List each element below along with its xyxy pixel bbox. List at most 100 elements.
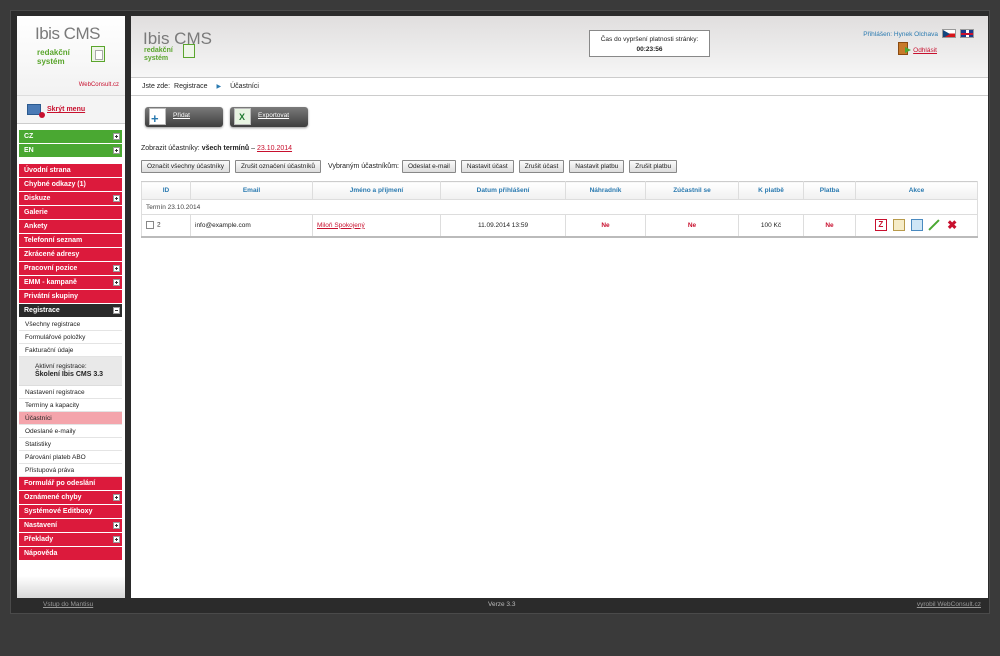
expand-icon[interactable]: [113, 195, 120, 202]
excel-icon: [234, 108, 251, 125]
unmark-all-button[interactable]: Zrušit označení účastníků: [234, 160, 322, 173]
subitem-participants[interactable]: Účastníci: [19, 412, 122, 425]
col-substitute[interactable]: Náhradník: [565, 181, 646, 200]
expand-icon[interactable]: [113, 522, 120, 529]
subitem-access-rights[interactable]: Přístupová práva: [19, 464, 122, 477]
sidebar-nav: CZ EN Úvodní strana Chybné odkazy (1) Di…: [17, 130, 125, 560]
session-timer: Čas do vypršení platnosti stránky: 00:23…: [589, 30, 710, 57]
edit-icon[interactable]: [928, 219, 940, 231]
expand-icon[interactable]: [113, 133, 120, 140]
sidebar-item-home[interactable]: Úvodní strana: [19, 164, 122, 177]
sidebar-item-system-editboxes[interactable]: Systémové Editboxy: [19, 505, 122, 518]
sidebar-item-label: Privátní skupiny: [24, 293, 79, 300]
expand-icon[interactable]: [113, 494, 120, 501]
subitem-sent-emails[interactable]: Odeslané e-maily: [19, 425, 122, 438]
col-amount[interactable]: K platbě: [738, 181, 804, 200]
logout-icon[interactable]: [898, 42, 911, 55]
col-name[interactable]: Jméno a příjmení: [312, 181, 441, 200]
expand-icon[interactable]: [113, 279, 120, 286]
col-id[interactable]: ID: [141, 181, 191, 200]
expand-icon[interactable]: [113, 536, 120, 543]
subitem-billing[interactable]: Fakturační údaje: [19, 344, 122, 357]
sidebar-item-gallery[interactable]: Galerie: [19, 206, 122, 219]
col-attended[interactable]: Zúčastnil se: [645, 181, 739, 200]
sidebar-item-help[interactable]: Nápověda: [19, 547, 122, 560]
subitem-terms[interactable]: Termíny a kapacity: [19, 399, 122, 412]
breadcrumb-item-participants: Účastníci: [230, 83, 259, 90]
sidebar-item-label: Ankety: [24, 223, 48, 230]
sidebar-item-label: EMM - kampaně: [24, 279, 77, 286]
col-paid[interactable]: Platba: [803, 181, 856, 200]
subitem-registration-settings[interactable]: Nastavení registrace: [19, 386, 122, 399]
row-checkbox[interactable]: [146, 221, 154, 230]
flag-cz-icon[interactable]: [942, 29, 956, 38]
selected-label: Vybraným účastníkům:: [328, 163, 399, 170]
cell-name: Miloň Spokojený: [312, 214, 441, 238]
lang-item-cz[interactable]: CZ: [19, 130, 122, 143]
name-link[interactable]: Miloň Spokojený: [317, 222, 365, 229]
sidebar-item-phonebook[interactable]: Telefonní seznam: [19, 234, 122, 247]
mail-icon[interactable]: [910, 219, 923, 232]
sidebar-item-label: Galerie: [24, 209, 48, 216]
expand-icon[interactable]: [113, 265, 120, 272]
collapse-icon[interactable]: [113, 307, 120, 314]
set-payment-button[interactable]: Nastavit platbu: [569, 160, 625, 173]
filter-prefix: Zobrazit účastníky:: [141, 145, 200, 152]
sidebar-item-discussion[interactable]: Diskuze: [19, 192, 122, 205]
active-registration-label: Aktivní registrace:: [35, 363, 87, 370]
bulk-actions: Označit všechny účastníky Zrušit označen…: [141, 160, 682, 173]
sidebar-item-private-groups[interactable]: Privátní skupiny: [19, 290, 122, 303]
document-icon: [183, 44, 195, 58]
export-button[interactable]: Exportovat: [230, 107, 308, 127]
sidebar-item-registration[interactable]: Registrace: [19, 304, 122, 317]
col-email[interactable]: Email: [190, 181, 313, 200]
sidebar-logo[interactable]: Ibis CMS redakční systém WebConsult.cz: [17, 16, 125, 96]
flag-en-icon[interactable]: [960, 29, 974, 38]
sidebar-item-reported-errors[interactable]: Oznámené chyby: [19, 491, 122, 504]
logo-sub-line1: redakční: [37, 48, 70, 57]
cancel-attendance-button[interactable]: Zrušit účast: [518, 160, 565, 173]
sidebar-item-polls[interactable]: Ankety: [19, 220, 122, 233]
logged-user: Přihlášen: Hynek Olchava: [863, 31, 938, 38]
col-date[interactable]: Datum přihlášení: [440, 181, 566, 200]
delete-icon[interactable]: ✖: [946, 219, 958, 231]
mantis-link[interactable]: Vstup do Mantisu: [43, 601, 93, 608]
subitem-statistics[interactable]: Statistiky: [19, 438, 122, 451]
mark-all-button[interactable]: Označit všechny účastníky: [141, 160, 230, 173]
sidebar-item-post-submit-form[interactable]: Formulář po odeslání: [19, 477, 122, 490]
sidebar-item-short-urls[interactable]: Zkrácené adresy: [19, 248, 122, 261]
subitem-form-fields[interactable]: Formulářové položky: [19, 331, 122, 344]
logo-subtitle: redakční systém: [37, 48, 70, 66]
z-document-icon[interactable]: Z: [874, 219, 887, 232]
expand-icon[interactable]: [113, 147, 120, 154]
logout-link[interactable]: Odhlásit: [913, 47, 937, 54]
filter-term-link[interactable]: 23.10.2014: [257, 145, 292, 152]
set-attendance-button[interactable]: Nastavit účast: [460, 160, 514, 173]
filter-dash: –: [251, 145, 256, 152]
subitem-abo-pairing[interactable]: Párování plateb ABO: [19, 451, 122, 464]
sidebar-item-broken-links[interactable]: Chybné odkazy (1): [19, 178, 122, 191]
breadcrumb-item-registration[interactable]: Registrace: [174, 83, 207, 90]
row-id: 2: [157, 221, 161, 229]
participants-table: ID Email Jméno a příjmení Datum přihláše…: [141, 181, 978, 238]
hide-menu-button[interactable]: Skrýt menu: [17, 96, 125, 124]
version-label: Verze 3.3: [488, 601, 516, 608]
sidebar-item-translations[interactable]: Překlady: [19, 533, 122, 546]
timer-value: 00:23:56: [636, 46, 663, 53]
send-email-button[interactable]: Odeslat e-mail: [401, 160, 456, 173]
toolbar: Přidat Exportovat: [145, 107, 315, 129]
cancel-payment-button[interactable]: Zrušit platbu: [629, 160, 678, 173]
lang-item-en[interactable]: EN: [19, 144, 122, 157]
sidebar-item-jobs[interactable]: Pracovní pozice: [19, 262, 122, 275]
sidebar-item-emm[interactable]: EMM - kampaně: [19, 276, 122, 289]
sidebar-item-label: Nápověda: [24, 550, 58, 557]
logo-title: Ibis CMS: [35, 24, 100, 43]
made-by-link[interactable]: vyrobil WebConsult.cz: [917, 601, 981, 608]
add-button[interactable]: Přidat: [145, 107, 223, 127]
header-logo-title: Ibis CMS: [143, 29, 212, 48]
sidebar-item-settings[interactable]: Nastavení: [19, 519, 122, 532]
note-icon[interactable]: [892, 219, 905, 232]
sidebar-item-label: Chybné odkazy (1): [24, 181, 86, 188]
subitem-all-registrations[interactable]: Všechny registrace: [19, 318, 122, 331]
sidebar-item-label: Nastavení: [24, 522, 58, 529]
